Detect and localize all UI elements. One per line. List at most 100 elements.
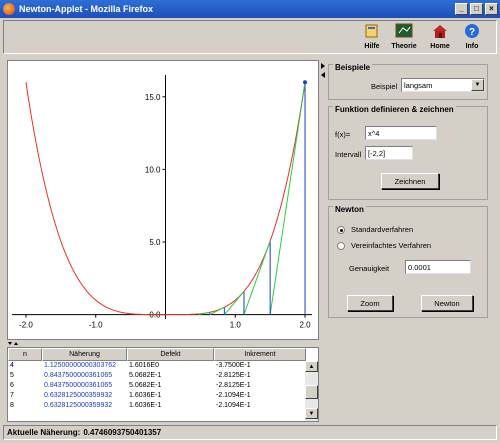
toolbar-hilfe-label: Hilfe (364, 43, 380, 50)
table-cell: 0.8437500000361065 (44, 372, 113, 379)
table-cell: 0.8437500000361065 (44, 382, 113, 389)
beispiel-select[interactable]: langsam ▼ (401, 78, 485, 92)
chevron-down-icon: ▼ (471, 79, 484, 91)
house-icon (433, 25, 447, 38)
status-value: 0.4746093750401357 (83, 428, 162, 437)
toolbar-hilfe[interactable]: Hilfe (356, 23, 388, 50)
zeichnen-button[interactable]: Zeichnen (381, 173, 439, 189)
table-cell: 5 (10, 372, 14, 379)
radio-vereinfacht[interactable] (337, 242, 345, 250)
funktion-legend: Funktion definieren & zeichnen (333, 105, 456, 114)
start-point-marker (303, 80, 308, 85)
column-header-inkrement[interactable]: Inkrement (214, 348, 306, 361)
column-header-n[interactable]: n (8, 348, 42, 361)
table-cell: 1.6036E-1 (129, 402, 162, 409)
y-tick-label: 10.0 (145, 165, 161, 174)
window-titlebar: Newton-Applet - Mozilla Firefox _ □ × (0, 0, 500, 18)
radio-vereinfacht-label: Vereinfachtes Verfahren (351, 241, 432, 250)
toolbar-home-label: Home (430, 43, 450, 50)
iteration-table: n Näherung Defekt Inkrement 4 1.125000000… (7, 347, 319, 422)
newton-legend: Newton (333, 205, 366, 214)
column-header-defekt[interactable]: Defekt (127, 348, 214, 361)
table-row[interactable]: 5 0.8437500000361065 5.0682E-1 -2.8125E-1 (8, 371, 306, 381)
toolbar-home[interactable]: Home (424, 23, 456, 50)
scroll-up-icon[interactable]: ▲ (305, 361, 318, 372)
beispiele-legend: Beispiele (333, 63, 373, 72)
y-tick-label: 0.0 (149, 311, 161, 320)
plot-area[interactable]: -2.0 -1.0 1.0 2.0 0.0 5.0 10.0 15.0 (7, 60, 319, 340)
table-cell: 7 (10, 392, 14, 399)
status-label: Aktuelle Näherung: (7, 428, 81, 437)
status-bar: Aktuelle Näherung: 0.4746093750401357 (3, 425, 497, 440)
blackboard-icon (395, 23, 413, 38)
table-cell: 0.6328125000359932 (44, 402, 113, 409)
newton-button[interactable]: Newton (421, 295, 473, 311)
interval-label: Intervall (335, 150, 362, 159)
scroll-down-icon[interactable]: ▼ (305, 408, 318, 419)
collapse-arrow-icon (321, 63, 325, 78)
x-tick-label: -1.0 (89, 321, 103, 330)
x-tick-label: -2.0 (19, 321, 33, 330)
table-header: n Näherung Defekt Inkrement (8, 348, 306, 361)
funktion-group: Funktion definieren & zeichnen f(x)= x^4… (328, 105, 488, 200)
table-cell: 5.0682E-1 (129, 382, 162, 389)
radio-standard[interactable] (337, 226, 345, 234)
table-body: 4 1.12500000000303762 1.6016E0 -3.7500E-1 5 0… (8, 361, 306, 411)
minimize-button[interactable]: _ (455, 3, 468, 15)
table-cell: -2.1094E-1 (216, 402, 251, 409)
table-cell: 1.12500000000303762 (44, 362, 117, 369)
svg-text:?: ? (469, 27, 475, 38)
toolbar-theorie[interactable]: Theorie (388, 23, 420, 50)
close-button[interactable]: × (485, 3, 498, 15)
table-cell: 0.6328125000359932 (44, 392, 113, 399)
toolbar-info-label: Info (465, 43, 479, 50)
table-row[interactable]: 7 0.6328125000359932 1.6036E-1 -2.1094E-1 (8, 391, 306, 401)
zoom-button[interactable]: Zoom (347, 295, 393, 311)
beispiele-group: Beispiele Beispiel langsam ▼ (328, 63, 488, 100)
control-panel: Beispiele Beispiel langsam ▼ Funktion de… (328, 60, 494, 322)
x-tick-label: 2.0 (299, 321, 311, 330)
f-label: f(x)= (335, 130, 351, 139)
function-input[interactable]: x^4 (365, 126, 437, 140)
table-cell: 8 (10, 402, 14, 409)
y-tick-label: 5.0 (149, 238, 161, 247)
interval-input[interactable]: [-2,2] (365, 146, 413, 160)
toolbar-theorie-label: Theorie (391, 43, 417, 50)
table-row[interactable]: 8 0.6328125000359932 1.6036E-1 -2.1094E-1 (8, 401, 306, 411)
table-row[interactable]: 6 0.8437500000361065 5.0682E-1 -2.8125E-1 (8, 381, 306, 391)
toolbar-info[interactable]: ? Info (456, 23, 488, 50)
table-scrollbar[interactable]: ▲ ▼ (305, 361, 318, 421)
accuracy-label: Genauigkeit (349, 264, 390, 273)
table-cell: 5.0682E-1 (129, 372, 162, 379)
info-icon: ? (465, 24, 479, 38)
newton-tangent-line (209, 306, 225, 316)
table-cell: 6 (10, 382, 14, 389)
scroll-thumb[interactable] (305, 385, 318, 399)
newton-tangent-line (243, 240, 271, 315)
table-cell: -2.8125E-1 (216, 372, 251, 379)
y-tick-label: 15.0 (145, 93, 161, 102)
beispiel-select-value: langsam (404, 81, 433, 90)
newton-group: Newton Standardverfahren Vereinfachtes V… (328, 205, 488, 318)
table-cell: 4 (10, 362, 14, 369)
beispiel-label: Beispiel (371, 82, 398, 91)
table-cell: 1.6016E0 (129, 362, 159, 369)
x-tick-label: 1.0 (230, 321, 242, 330)
firefox-icon (3, 3, 15, 15)
table-cell: -2.1094E-1 (216, 392, 251, 399)
maximize-button[interactable]: □ (470, 3, 483, 15)
panel-collapse-arrows[interactable] (320, 62, 328, 82)
newton-plot: -2.0 -1.0 1.0 2.0 0.0 5.0 10.0 15.0 (12, 75, 312, 330)
help-book-icon (365, 24, 378, 38)
accuracy-input[interactable]: 0.0001 (405, 260, 471, 274)
toolbar: Hilfe Theorie Home ? Info (3, 20, 497, 54)
window-title: Newton-Applet - Mozilla Firefox (19, 4, 153, 14)
table-cell: 1.6036E-1 (129, 392, 162, 399)
radio-standard-label: Standardverfahren (351, 225, 414, 234)
table-row[interactable]: 4 1.12500000000303762 1.6016E0 -3.7500E-1 (8, 361, 306, 371)
table-cell: -3.7500E-1 (216, 362, 251, 369)
newton-tangent-line (269, 82, 306, 315)
column-header-naeherung[interactable]: Näherung (42, 348, 127, 361)
table-cell: -2.8125E-1 (216, 382, 251, 389)
newton-tangent-line (223, 291, 245, 315)
